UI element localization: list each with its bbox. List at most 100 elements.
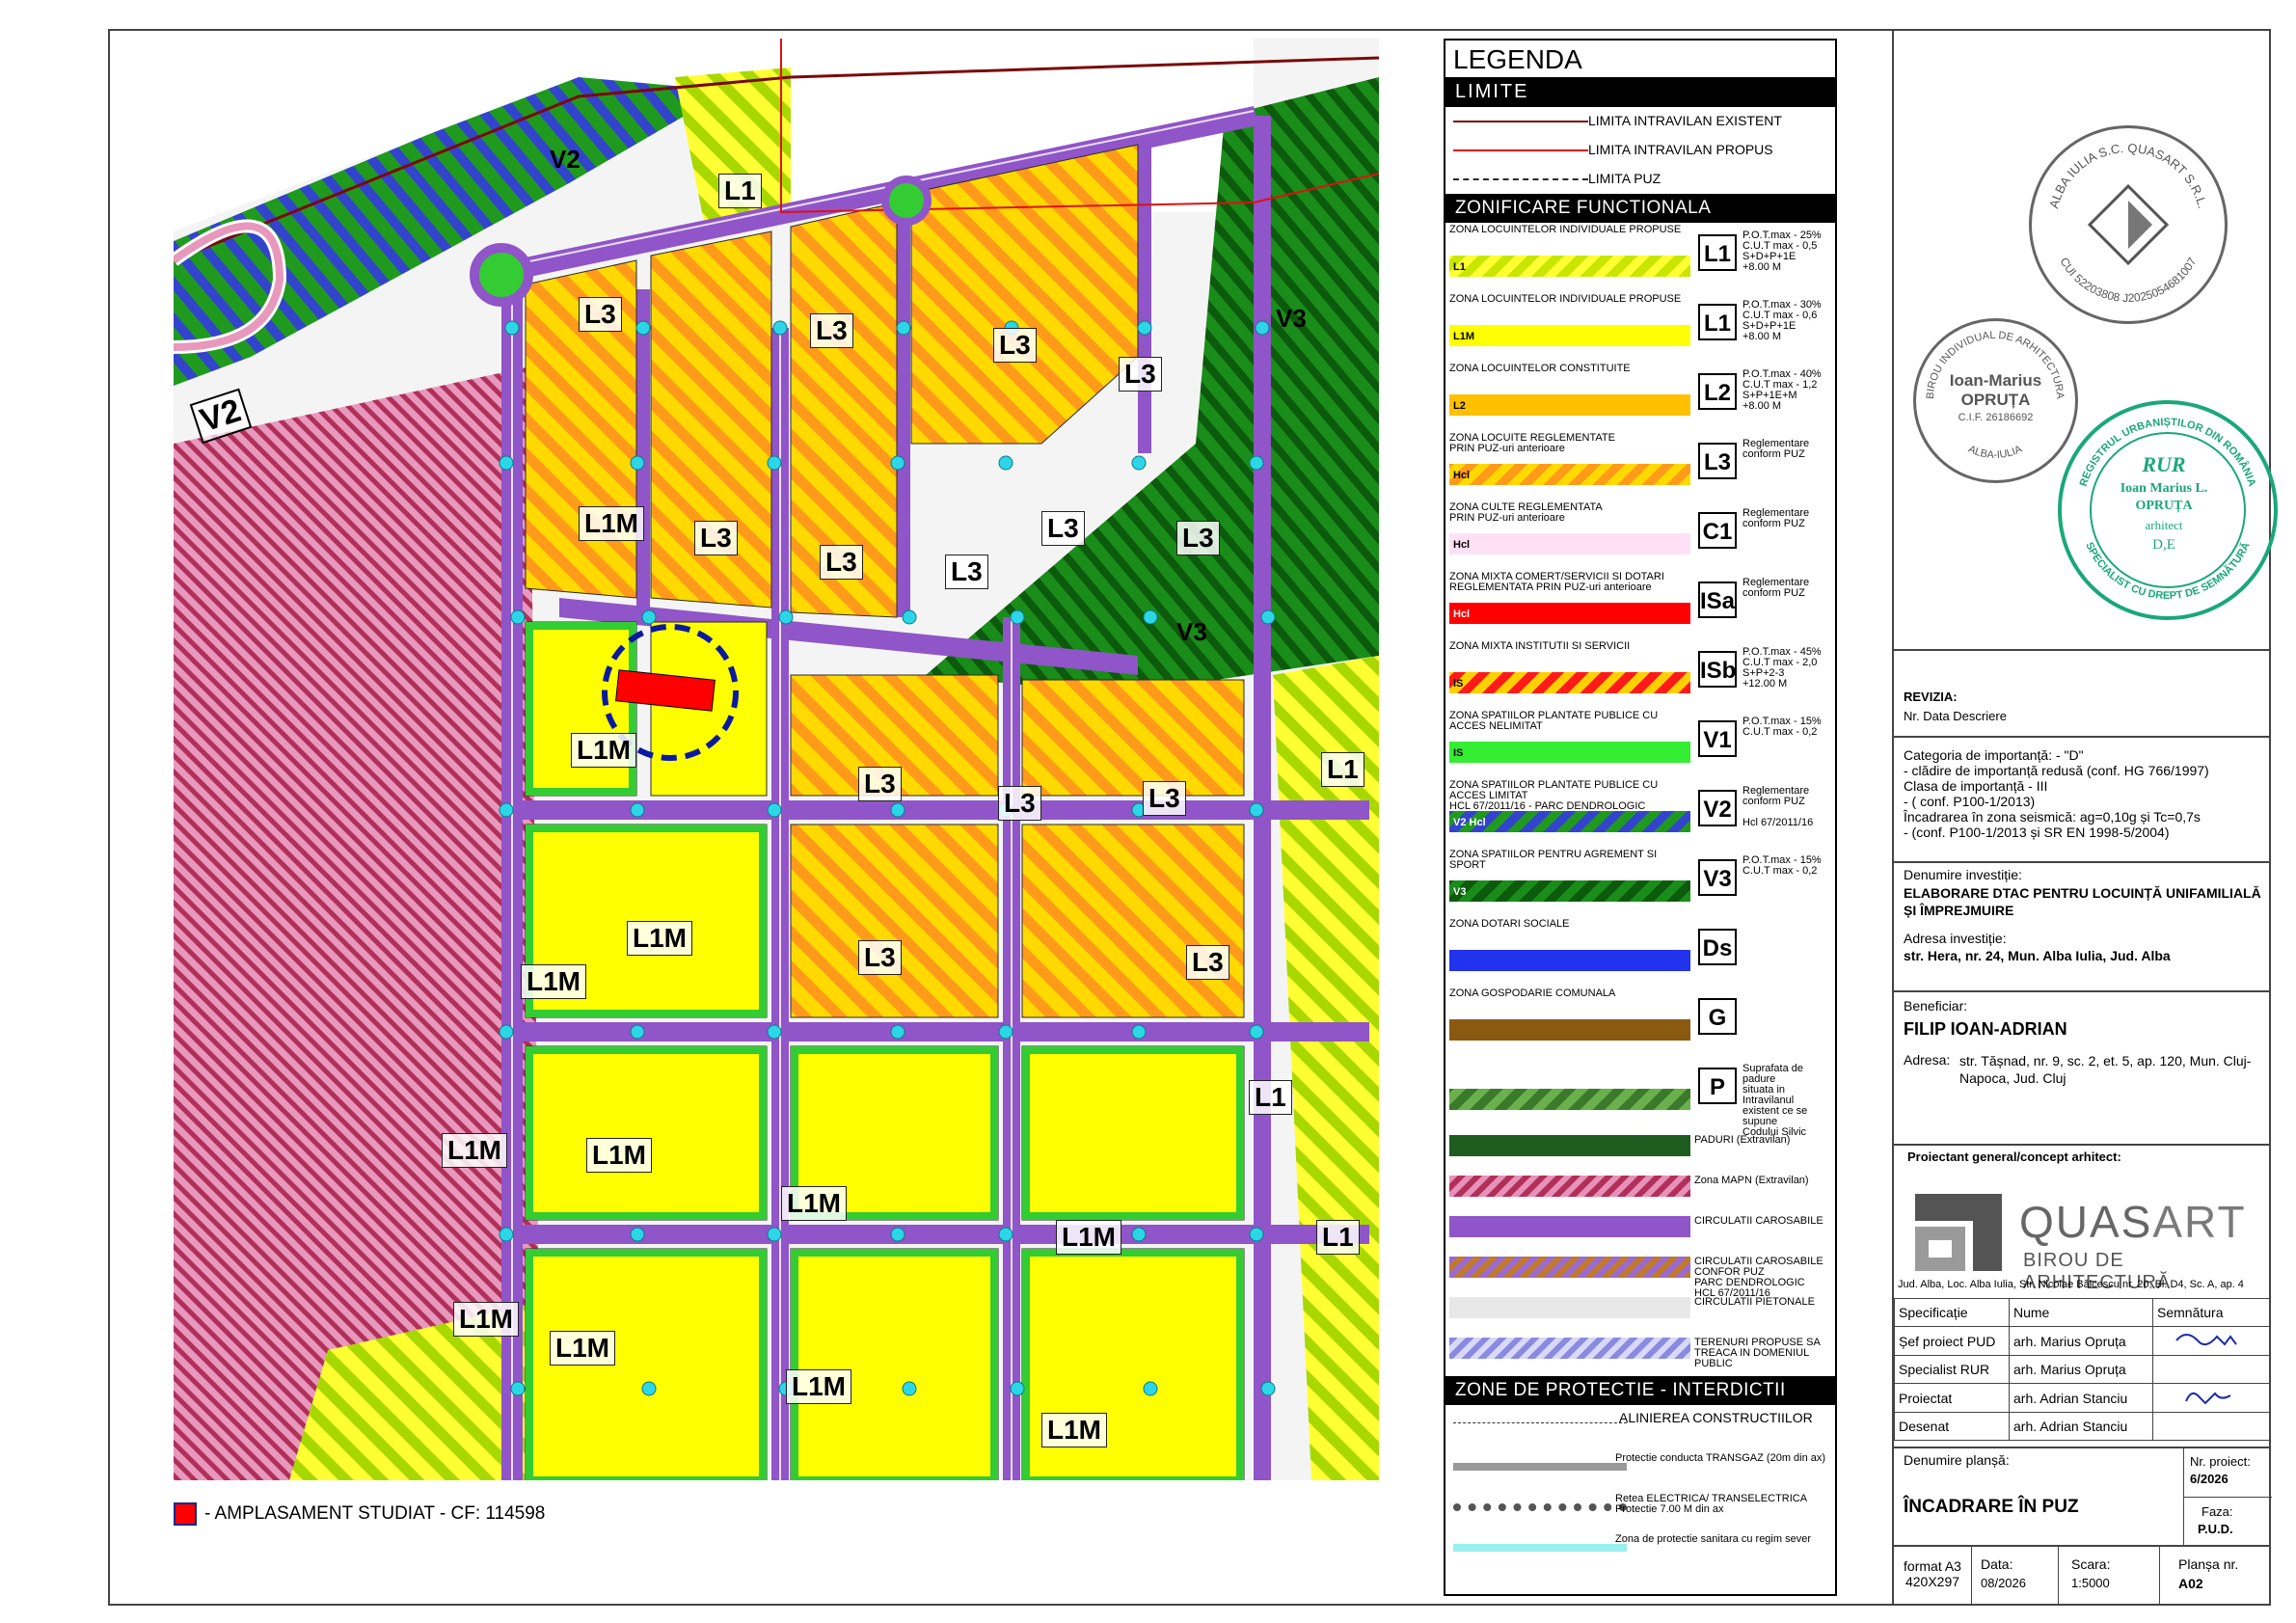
table-cell: arh. Adrian Stanciu (2009, 1412, 2153, 1441)
signatures-table: Specificație Nume Semnătura Șef proiect … (1894, 1298, 2271, 1441)
zone-item: ZONA LOCUINTELOR INDIVIDUALE PROPUSE L1 L1… (1445, 223, 1835, 292)
quasart-address: Jud. Alba, Loc. Alba Iulia, Str. Nicolae… (1898, 1279, 2244, 1290)
table-cell: Specialist RUR (1894, 1355, 2010, 1384)
architect-stamp-city: ALBA-IULIA (1966, 443, 2024, 461)
den-plansa: ÎNCADRARE ÎN PUZ (1904, 1497, 2079, 1517)
utility-marker (767, 1227, 782, 1242)
lot-label-l1m: L1M (781, 1186, 847, 1221)
protectie-label: Protectie conducta TRANSGAZ (20m din ax) (1615, 1452, 1826, 1464)
utility-marker (1249, 802, 1264, 818)
limite-heading: LIMITE (1445, 77, 1835, 107)
utility-marker (1143, 1381, 1158, 1396)
zone-swatch (1449, 533, 1690, 555)
zone-description: Zona MAPN (Extravilan) (1694, 1175, 1809, 1186)
lot-label-l3: L3 (858, 940, 902, 975)
zone-short-code: Hcl (1453, 470, 1471, 481)
zone-description: ZONA CULTE REGLEMENTATA PRIN PUZ-uri ant… (1449, 501, 1603, 524)
utility-marker (890, 455, 905, 471)
limite-line (1453, 149, 1588, 151)
zone-rules: Reglementare conform PUZ Hcl 67/2011/16 (1742, 785, 1814, 828)
company-stamp: ALBA IULIA S.C. QUASART S.R.L. CUI 52203… (2029, 125, 2228, 324)
zone-swatch (1449, 1297, 1690, 1318)
utility-marker (1131, 455, 1147, 471)
signature-cell (2152, 1383, 2271, 1413)
protectie-item: ALINIEREA CONSTRUCTIILOR (1445, 1405, 1835, 1446)
lot-label-l1: L1 (1249, 1080, 1292, 1115)
protectie-line (1453, 1544, 1627, 1552)
signature-cell (2152, 1355, 2271, 1384)
zone-swatch (1449, 1338, 1690, 1359)
plansa-section: Denumire planșă: ÎNCADRARE ÎN PUZ Nr. pr… (1894, 1447, 2272, 1545)
plansa-nr-value: A02 (2178, 1576, 2203, 1591)
lot-label-l1m: L1M (786, 1369, 851, 1404)
zone-description: ZONA DOTARI SOCIALE (1449, 918, 1570, 930)
zone-item: ZONA MIXTA INSTITUTII SI SERVICII IS ISb P.… (1445, 639, 1835, 709)
data-value: 08/2026 (1981, 1576, 2026, 1590)
limite-line (1453, 121, 1588, 122)
utility-marker (630, 1024, 645, 1040)
utility-marker (998, 455, 1013, 471)
zone-description: ZONA LOCUINTELOR INDIVIDUALE PROPUSE (1449, 293, 1682, 305)
zone-rules: Reglementare conform PUZ (1742, 438, 1810, 460)
footer-section: format A3 420X297 Data: 08/2026 Scara: 1… (1894, 1545, 2271, 1606)
zone-item: ZONA LOCUITE REGLEMENTATE PRIN PUZ-uri a… (1445, 431, 1835, 500)
zone-swatch (1449, 1176, 1690, 1197)
zone-item: ZONA CULTE REGLEMENTATA PRIN PUZ-uri ant… (1445, 500, 1835, 570)
zone-item: CIRCULATII CAROSABILE CONFOR PUZ PARC DE… (1445, 1247, 1835, 1299)
utility-marker (630, 455, 645, 471)
adresa-investitie: str. Hera, nr. 24, Mun. Alba Iulia, Jud.… (1904, 948, 2171, 963)
table-header-cell: Specificație (1894, 1298, 2010, 1327)
utility-marker (630, 1227, 645, 1242)
signature-cell (2152, 1412, 2271, 1441)
utility-marker (1010, 609, 1025, 625)
zone-swatch (1449, 742, 1690, 763)
plansa-nr-label: Planșa nr. (2178, 1556, 2239, 1572)
zone-code-box: V2 (1698, 790, 1737, 826)
legend-title: LEGENDA (1453, 44, 1582, 74)
signature-mark (2175, 1334, 2237, 1346)
zone-item: ZONA SPATIILOR PENTRU AGREMENT SI SPORT V… (1445, 848, 1835, 917)
plansa-nr-cell: Planșa nr. A02 (2159, 1547, 2271, 1606)
utility-marker (499, 455, 514, 471)
zone-rules: P.O.T.max - 40% C.U.T max - 1,2 S+P+1E+M… (1742, 368, 1822, 412)
zone-rules: P.O.T.max - 45% C.U.T max - 2,0 S+P+2-3 … (1742, 646, 1822, 690)
utility-marker (767, 1024, 782, 1040)
utility-marker (1131, 1024, 1147, 1040)
lot-label-l3: L3 (1176, 521, 1220, 555)
beneficiar-section: Beneficiar: FILIP IOAN-ADRIAN Adresa: st… (1894, 990, 2271, 1087)
lot-label-l1m: L1M (627, 921, 692, 956)
zone-description: CIRCULATII PIETONALE (1694, 1296, 1815, 1308)
proiectant-section: Proiectant general/concept arhitect: QUA… (1894, 1144, 2271, 1296)
utility-marker (767, 802, 782, 818)
lot-label-l1m: L1M (453, 1302, 519, 1337)
zone-short-code: V2 Hcl (1453, 817, 1486, 828)
zone-code-box: ISb (1698, 651, 1737, 688)
rur-stamp-name2: OPRUȚA (2135, 499, 2193, 513)
utility-marker (1260, 1381, 1276, 1396)
zone-item: P Suprafata de padure situata in Intravil… (1445, 1056, 1835, 1138)
zone-code-box: V1 (1698, 720, 1737, 757)
limite-item: LIMITA PUZ (1445, 165, 1835, 194)
zone-swatch (1449, 1216, 1690, 1237)
table-cell: arh. Marius Opruța (2009, 1355, 2153, 1384)
zone-code-box: L1 (1698, 304, 1737, 340)
lot-label-l1: L1 (1316, 1220, 1360, 1255)
den-plansa-label: Denumire planșă: (1904, 1452, 2010, 1468)
beneficiar-adresa-label: Adresa: (1904, 1052, 1951, 1068)
table-row: Desenat arh. Adrian Stanciu (1894, 1412, 2271, 1441)
protectie-line (1453, 1463, 1627, 1471)
zone-item: ZONA LOCUINTELOR INDIVIDUALE PROPUSE L1M L… (1445, 292, 1835, 362)
zone-list-secondary: PADURI (Extravilan) Zona MAPN (Extravilan… (1445, 1125, 1835, 1369)
utility-marker (1131, 1227, 1147, 1242)
svg-text:ALBA IULIA S.C. QUASART S.R.L.: ALBA IULIA S.C. QUASART S.R.L. (2046, 141, 2210, 210)
beneficiar-name: FILIP IOAN-ADRIAN (1904, 1019, 2067, 1039)
zone-swatch (1449, 394, 1690, 416)
faza: P.U.D. (2198, 1522, 2233, 1536)
lot-label-l3: L3 (1186, 945, 1229, 980)
utility-marker (499, 1227, 514, 1242)
utility-marker (1010, 1381, 1025, 1396)
proiect-faza-box: Nr. proiect: 6/2026 Faza: P.U.D. (2183, 1448, 2272, 1545)
lot-label-l1m: L1M (521, 964, 586, 999)
zone-item: Zona MAPN (Extravilan) (1445, 1166, 1835, 1206)
table-row: Șef proiect PUD arh. Marius Opruța (1894, 1326, 2271, 1356)
